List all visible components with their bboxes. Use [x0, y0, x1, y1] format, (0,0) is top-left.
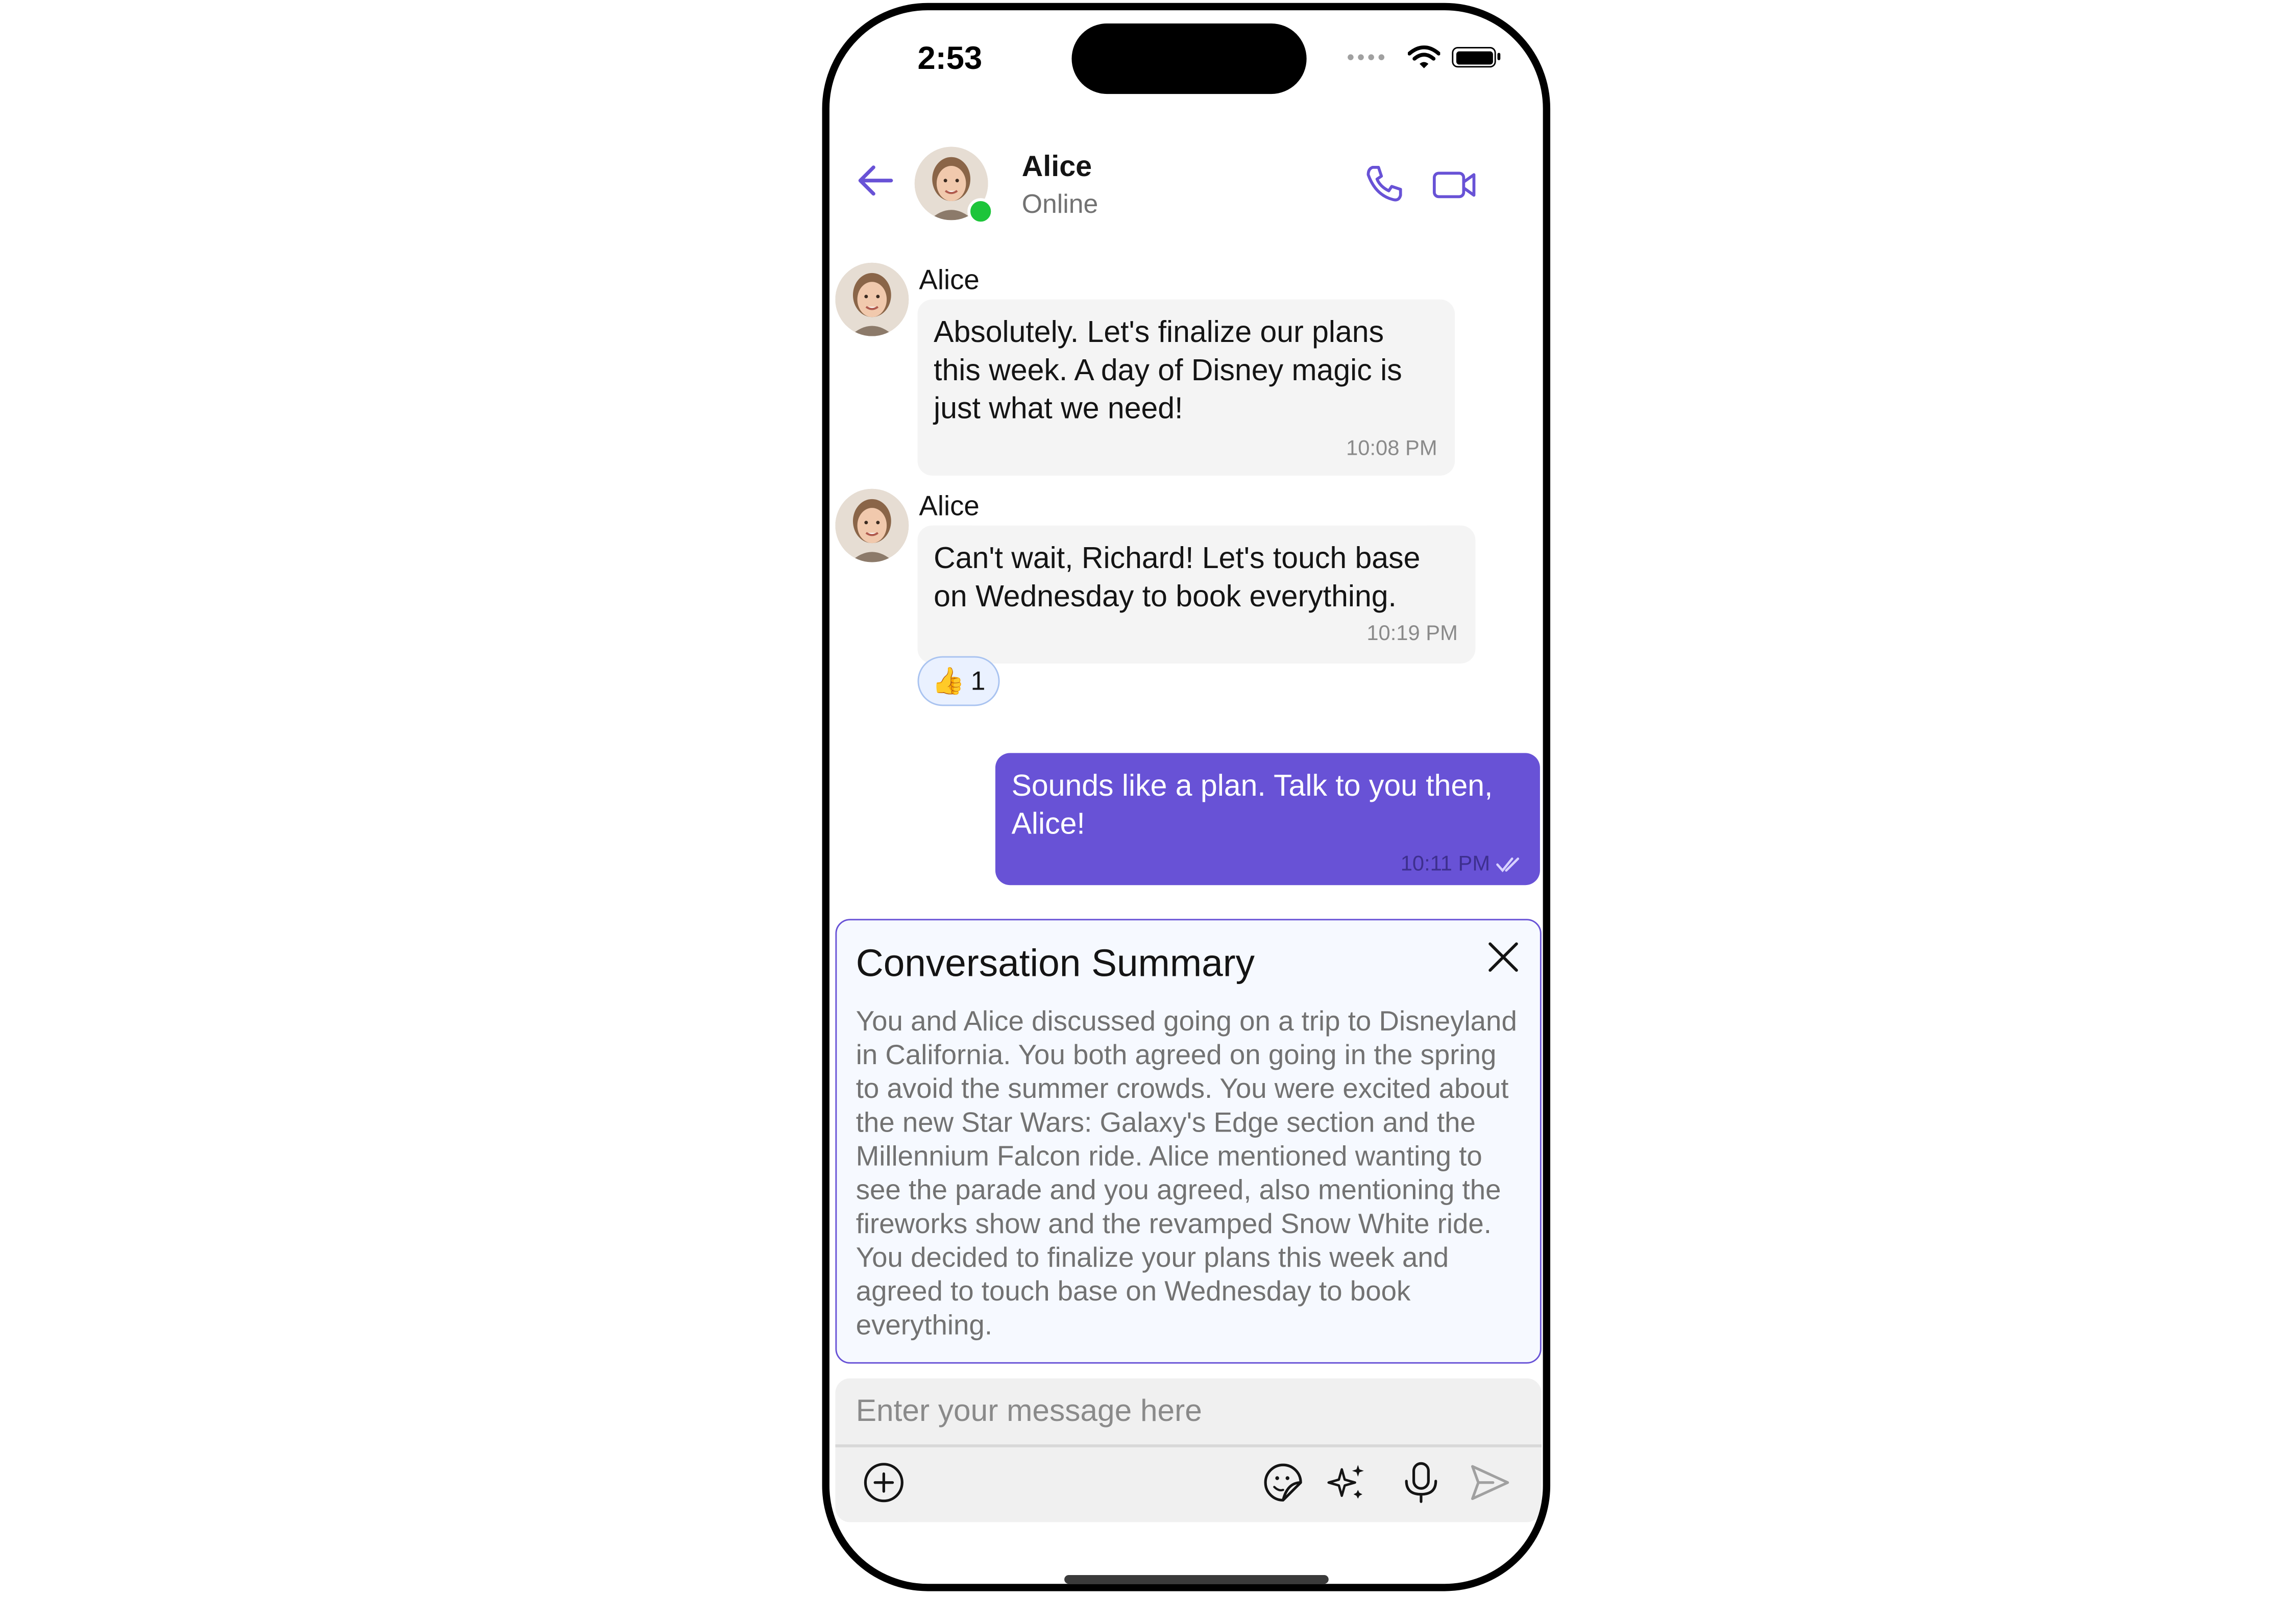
outgoing-message-bubble[interactable]: Sounds like a plan. Talk to you then, Al…	[995, 753, 1540, 886]
message-text: Can't wait, Richard! Let's touch base on…	[934, 542, 1421, 614]
ai-sparkle-icon[interactable]	[1324, 1461, 1368, 1505]
battery-icon	[1452, 47, 1501, 68]
status-icons	[1348, 45, 1501, 69]
summary-text: You and Alice discussed going on a trip …	[856, 1006, 1517, 1342]
online-status-dot	[967, 198, 994, 225]
message-input[interactable]	[852, 1384, 1527, 1440]
conversation-summary-panel: Conversation Summary You and Alice discu…	[835, 919, 1542, 1364]
wifi-icon	[1408, 45, 1440, 68]
incoming-message-bubble[interactable]: Absolutely. Let's finalize our plans thi…	[917, 299, 1455, 476]
close-icon[interactable]	[1487, 941, 1519, 973]
chat-header: Alice Online	[829, 142, 1543, 231]
avatar[interactable]	[835, 262, 909, 336]
back-arrow-icon[interactable]	[856, 163, 894, 198]
contact-status: Online	[1021, 189, 1098, 219]
message-text: Absolutely. Let's finalize our plans thi…	[934, 315, 1402, 426]
message-composer	[835, 1378, 1542, 1522]
message-text: Sounds like a plan. Talk to you then, Al…	[1011, 769, 1493, 841]
reaction-chip[interactable]: 👍 1	[917, 656, 1000, 706]
summary-title: Conversation Summary	[856, 941, 1255, 985]
microphone-icon[interactable]	[1399, 1461, 1443, 1505]
status-time: 2:53	[917, 39, 983, 77]
composer-divider	[835, 1444, 1542, 1447]
avatar[interactable]	[835, 488, 909, 562]
message-time: 10:11 PM	[1400, 852, 1491, 876]
user-avatar-icon	[835, 262, 909, 336]
home-indicator	[1064, 1575, 1329, 1584]
message-sender: Alice	[919, 265, 980, 297]
user-avatar-icon	[835, 488, 909, 562]
sticker-icon[interactable]	[1261, 1461, 1305, 1505]
message-sender: Alice	[919, 492, 980, 523]
reaction-count: 1	[970, 666, 986, 695]
contact-name: Alice	[1021, 151, 1092, 184]
dynamic-island	[1071, 23, 1307, 94]
incoming-message-bubble[interactable]: Can't wait, Richard! Let's touch base on…	[917, 525, 1476, 664]
phone-icon[interactable]	[1364, 163, 1405, 204]
stage: 2:53 Alice Online Alice Absolutely. Let'…	[0, 0, 2296, 1597]
thumbs-up-emoji: 👍	[932, 666, 965, 695]
message-time: 10:08 PM	[1346, 437, 1437, 461]
video-camera-icon[interactable]	[1431, 169, 1478, 201]
cellular-dots-icon	[1348, 54, 1385, 60]
phone-frame: 2:53 Alice Online Alice Absolutely. Let'…	[822, 3, 1551, 1591]
send-icon[interactable]	[1468, 1461, 1512, 1505]
add-circle-icon[interactable]	[862, 1461, 906, 1505]
double-check-icon	[1496, 857, 1520, 873]
message-time: 10:19 PM	[1366, 622, 1458, 646]
